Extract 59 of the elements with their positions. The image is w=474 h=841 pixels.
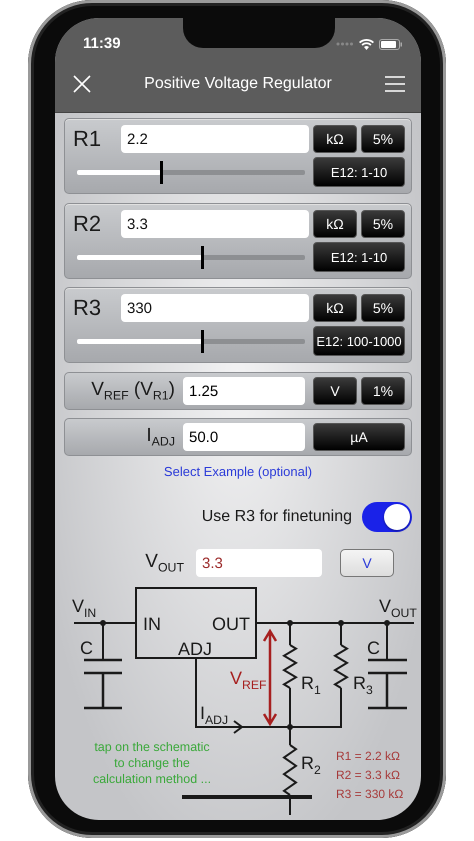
capacitor-label: C <box>367 639 380 657</box>
signal-icon <box>336 42 354 46</box>
resistor-symbol <box>282 644 298 689</box>
voltage-label: V$_{IN}$ <box>72 597 96 622</box>
toggle-label: Use R3 for finetuning <box>202 508 352 526</box>
value-field[interactable]: 50.0 <box>183 423 305 451</box>
unit-button[interactable]: V <box>340 549 394 577</box>
unit-button[interactable]: 1% <box>361 377 405 405</box>
resistor-label: R$_{2}$ <box>301 754 321 779</box>
slider-thumb[interactable] <box>201 330 204 353</box>
resistor-label: R2 <box>73 210 102 238</box>
result-text: R1 = 2.2 kΩ <box>336 749 400 763</box>
capacitor-label: C <box>80 639 93 657</box>
slider-thumb[interactable] <box>201 246 204 269</box>
battery-icon <box>379 38 403 50</box>
resistor-label: R$_{3}$ <box>353 674 373 699</box>
toggle-switch[interactable] <box>362 502 412 532</box>
series-button[interactable]: E12: 100-1000 <box>313 326 405 356</box>
output-label: V$_{OUT}$ <box>144 551 184 575</box>
value-field[interactable]: 2.2 <box>121 125 309 153</box>
resistor-symbol <box>282 744 298 796</box>
example-link[interactable]: Select Example (optional) <box>164 464 312 479</box>
unit-button[interactable]: kΩ <box>313 210 357 238</box>
input-label: I$_{ADJ}$ <box>145 425 176 449</box>
close-icon[interactable] <box>73 75 91 93</box>
resistor-label: R$_{1}$ <box>301 674 321 699</box>
resistor-label: R3 <box>73 294 102 322</box>
series-button[interactable]: E12: 1-10 <box>313 242 405 272</box>
status-time: 11:39 <box>83 34 121 54</box>
resistor-label: R1 <box>73 125 102 153</box>
capacitor-symbol <box>366 658 408 710</box>
menu-icon[interactable] <box>384 76 405 92</box>
output-field[interactable]: 3.3 <box>196 549 322 577</box>
series-button[interactable]: E12: 1-10 <box>313 157 405 187</box>
result-text: R3 = 330 kΩ <box>336 787 404 801</box>
tolerance-button[interactable]: 5% <box>361 210 405 238</box>
wifi-icon <box>359 38 374 50</box>
capacitor-symbol <box>82 658 124 710</box>
value-field[interactable]: 1.25 <box>183 377 305 405</box>
slider-thumb[interactable] <box>160 161 164 184</box>
tolerance-button[interactable]: 5% <box>361 125 405 153</box>
pin-label: ADJ <box>178 640 212 658</box>
result-text: R2 = 3.3 kΩ <box>336 768 400 782</box>
resistor-symbol <box>333 644 349 689</box>
unit-button[interactable]: kΩ <box>313 125 357 153</box>
input-label: V$_{REF}$ (V$_{R1}$) <box>90 379 176 403</box>
unit-button[interactable]: V <box>313 377 357 405</box>
voltage-label: V$_{REF}$ <box>230 669 266 694</box>
voltage-label: V$_{OUT}$ <box>379 597 417 622</box>
pin-label: IN <box>143 615 161 633</box>
hint-text: tap on the schematic to change the calculation method ... <box>92 739 212 787</box>
unit-button[interactable]: kΩ <box>313 294 357 322</box>
value-field[interactable]: 3.3 <box>121 210 309 238</box>
current-label: I$_{ADJ}$ <box>200 704 228 729</box>
screen-title: Positive Voltage Regulator <box>144 75 332 93</box>
value-field[interactable]: 330 <box>121 294 309 322</box>
tolerance-button[interactable]: 5% <box>361 294 405 322</box>
pin-label: OUT <box>212 615 250 633</box>
unit-button[interactable]: µA <box>313 423 405 451</box>
